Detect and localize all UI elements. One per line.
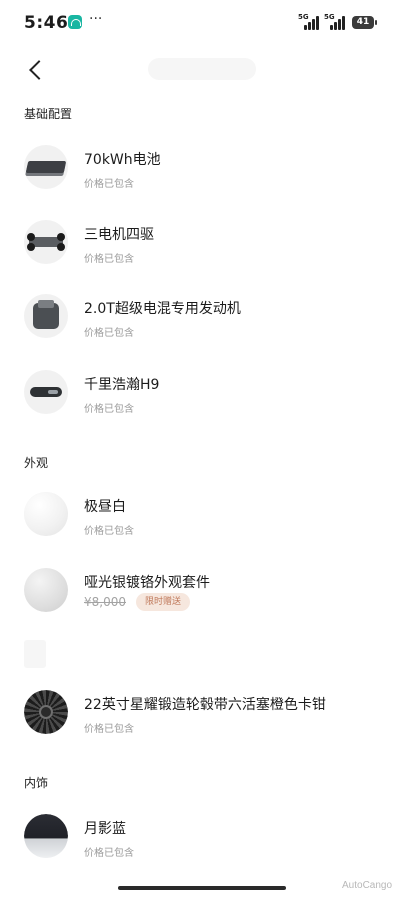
promo-badge: 限时赠送 xyxy=(136,593,191,611)
cellular-signal-icon: 5G xyxy=(298,13,319,30)
list-item-caliper: 千里浩瀚H9 价格已包含 xyxy=(0,370,404,442)
list-item-interior-color: 月影蓝 价格已包含 xyxy=(0,814,404,886)
item-name: 70kWh电池 xyxy=(84,152,161,168)
status-bar: 5:46 ··· 5G 5G 41 xyxy=(0,0,404,46)
item-name: 三电机四驱 xyxy=(84,227,154,243)
battery-pack-icon xyxy=(24,145,68,189)
interior-swatch-icon xyxy=(24,814,68,858)
section-title-basic: 基础配置 xyxy=(24,107,73,121)
item-sub: 价格已包含 xyxy=(84,254,134,265)
signal-label: 5G xyxy=(298,13,309,21)
page-title-placeholder xyxy=(148,58,256,80)
item-sub: 价格已包含 xyxy=(84,179,134,190)
placeholder-card xyxy=(24,640,46,668)
item-sub: 价格已包含 xyxy=(84,848,134,859)
item-name: 2.0T超级电混专用发动机 xyxy=(84,301,241,317)
item-name: 极昼白 xyxy=(84,499,126,515)
list-item-wheels: 22英寸星耀锻造轮毂带六活塞橙色卡钳 价格已包含 xyxy=(0,690,404,762)
item-sub: 价格已包含 xyxy=(84,526,134,537)
signal-label-2: 5G xyxy=(324,13,335,21)
item-name: 22英寸星耀锻造轮毂带六活塞橙色卡钳 xyxy=(84,697,326,713)
list-item-battery: 70kWh电池 价格已包含 xyxy=(0,145,404,217)
item-sub: 价格已包含 xyxy=(84,404,134,415)
item-sub: 价格已包含 xyxy=(84,724,134,735)
item-name: 哑光银镀铬外观套件 xyxy=(84,575,210,591)
list-item-chrome-kit: 哑光银镀铬外观套件 ¥8,000 限时赠送 xyxy=(0,568,404,640)
nav-bar xyxy=(0,46,404,94)
original-price: ¥8,000 xyxy=(84,595,126,609)
item-name: 千里浩瀚H9 xyxy=(84,377,160,393)
list-item-engine: 2.0T超级电混专用发动机 价格已包含 xyxy=(0,294,404,366)
paint-swatch-silver-icon xyxy=(24,568,68,612)
chassis-icon xyxy=(24,220,68,264)
list-item-motor: 三电机四驱 价格已包含 xyxy=(0,220,404,292)
engine-icon xyxy=(24,294,68,338)
paint-swatch-white-icon xyxy=(24,492,68,536)
car-app-icon xyxy=(68,15,82,29)
home-indicator[interactable] xyxy=(118,886,286,890)
battery-icon: 41 xyxy=(352,16,377,29)
wheel-rim-icon xyxy=(24,690,68,734)
item-sub: 价格已包含 xyxy=(84,328,134,339)
section-title-exterior: 外观 xyxy=(24,456,49,470)
item-name: 月影蓝 xyxy=(84,821,126,837)
watermark: AutoCango xyxy=(342,880,393,891)
brake-caliper-icon xyxy=(24,370,68,414)
section-title-interior: 内饰 xyxy=(24,776,49,790)
list-item-white-paint: 极昼白 价格已包含 xyxy=(0,492,404,564)
more-dots-icon: ··· xyxy=(89,11,103,27)
cellular-signal-icon-2: 5G xyxy=(324,13,345,30)
chevron-left-icon[interactable] xyxy=(26,58,48,82)
status-time: 5:46 xyxy=(24,13,69,33)
